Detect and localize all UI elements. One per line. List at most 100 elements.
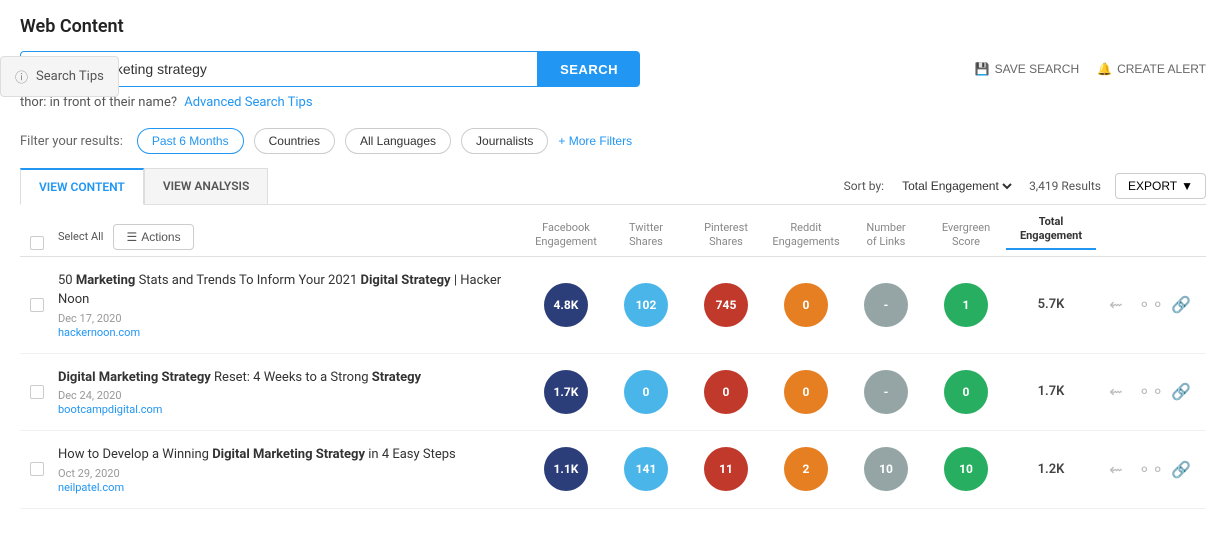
col-links: Number of Links [846, 221, 926, 250]
row-3-twitter: 141 [606, 447, 686, 491]
row-1-twitter: 102 [606, 283, 686, 327]
row-2-twitter-badge: 0 [624, 370, 668, 414]
row-1-reddit-badge: 0 [784, 283, 828, 327]
row-1-title: 50 Marketing Stats and Trends To Inform … [58, 271, 526, 310]
row-1-facebook-badge: 4.8K [544, 283, 588, 327]
row-3-facebook-badge: 1.1K [544, 447, 588, 491]
alert-icon: 🔔 [1097, 62, 1112, 76]
row-1-links: - [846, 283, 926, 327]
row-2-total: 1.7K [1006, 384, 1096, 399]
row-3-pinterest: 11 [686, 447, 766, 491]
tabs-sort-row: VIEW CONTENT VIEW ANALYSIS Sort by: Tota… [20, 168, 1206, 205]
row-3-evergreen-badge: 10 [944, 447, 988, 491]
row-2-article: Digital Marketing Strategy Reset: 4 Week… [58, 368, 526, 417]
table-row: Digital Marketing Strategy Reset: 4 Week… [20, 354, 1206, 432]
filter-journalists[interactable]: Journalists [461, 128, 548, 154]
filter-countries[interactable]: Countries [254, 128, 335, 154]
advanced-search-tips-link[interactable]: Advanced Search Tips [184, 95, 312, 110]
row-3-link-icon[interactable]: 🔗 [1166, 460, 1196, 479]
row-3-date: Oct 29, 2020 [58, 467, 526, 480]
select-all-label: Select All [58, 230, 103, 243]
row-3-domain[interactable]: neilpatel.com [58, 481, 526, 494]
row-3-links: 10 [846, 447, 926, 491]
row-1-link-icon[interactable]: 🔗 [1166, 295, 1196, 314]
create-alert-button[interactable]: 🔔 CREATE ALERT [1097, 62, 1206, 76]
col-twitter: Twitter Shares [606, 221, 686, 250]
filter-all-languages[interactable]: All Languages [345, 128, 451, 154]
row-2-authors-icon[interactable]: ⚬⚬ [1136, 382, 1166, 401]
sort-label: Sort by: [844, 179, 885, 193]
row-1-date: Dec 17, 2020 [58, 312, 526, 325]
col-reddit: Reddit Engagements [766, 221, 846, 250]
search-button[interactable]: SEARCH [538, 51, 640, 87]
row-2-pinterest-badge: 0 [704, 370, 748, 414]
search-input[interactable] [51, 52, 525, 86]
row-2-date: Dec 24, 2020 [58, 389, 526, 402]
search-tips-label: Search Tips [36, 69, 104, 84]
col-total-engagement: Total Engagement [1006, 215, 1096, 250]
page-title: Web Content [20, 16, 1206, 37]
export-button[interactable]: EXPORT ▼ [1115, 173, 1206, 199]
row-3-total: 1.2K [1006, 462, 1096, 477]
save-search-button[interactable]: 💾 SAVE SEARCH [975, 62, 1079, 76]
table-header: Select All ☰ Actions Facebook Engagement… [20, 205, 1206, 257]
col-pinterest: Pinterest Shares [686, 221, 766, 250]
row-3-pinterest-badge: 11 [704, 447, 748, 491]
row-1-facebook: 4.8K [526, 283, 606, 327]
save-icon: 💾 [975, 62, 990, 76]
results-count: 3,419 Results [1029, 179, 1101, 193]
filter-bar: Filter your results: Past 6 Months Count… [20, 128, 1206, 154]
row-2-links-badge: - [864, 370, 908, 414]
row-1-domain[interactable]: hackernoon.com [58, 326, 526, 339]
row-2-links: - [846, 370, 926, 414]
table-row: How to Develop a Winning Digital Marketi… [20, 431, 1206, 509]
row-1-share-icon[interactable]: ⇜ [1096, 295, 1136, 314]
search-tip-note: thor: in front of their name? Advanced S… [20, 95, 313, 110]
row-3-authors-icon[interactable]: ⚬⚬ [1136, 460, 1166, 479]
row-2-reddit-badge: 0 [784, 370, 828, 414]
tab-view-content[interactable]: VIEW CONTENT [20, 168, 144, 205]
filter-past-6-months[interactable]: Past 6 Months [137, 128, 244, 154]
chevron-down-icon: ▼ [1181, 179, 1193, 193]
sort-row: Sort by: Total Engagement 3,419 Results … [844, 173, 1206, 199]
row-2-reddit: 0 [766, 370, 846, 414]
row-2-facebook: 1.7K [526, 370, 606, 414]
col-facebook: Facebook Engagement [526, 221, 606, 250]
row-2-link-icon[interactable]: 🔗 [1166, 382, 1196, 401]
help-icon: ⓘ [15, 67, 28, 86]
row-2-share-icon[interactable]: ⇜ [1096, 382, 1136, 401]
row-1-reddit: 0 [766, 283, 846, 327]
row-1-twitter-badge: 102 [624, 283, 668, 327]
select-all-wrap [30, 236, 58, 250]
row-1-links-badge: - [864, 283, 908, 327]
row-2-twitter: 0 [606, 370, 686, 414]
row-1-pinterest: 745 [686, 283, 766, 327]
row-3-facebook: 1.1K [526, 447, 606, 491]
row-2-evergreen: 0 [926, 370, 1006, 414]
row-1-checkbox[interactable] [30, 298, 44, 312]
row-3-reddit-badge: 2 [784, 447, 828, 491]
col-evergreen: Evergreen Score [926, 221, 1006, 250]
sort-select[interactable]: Total Engagement [898, 178, 1015, 194]
actions-button[interactable]: ☰ Actions [113, 224, 193, 250]
row-3-evergreen: 10 [926, 447, 1006, 491]
row-2-checkbox[interactable] [30, 385, 44, 399]
row-3-checkbox[interactable] [30, 462, 44, 476]
row-1-article: 50 Marketing Stats and Trends To Inform … [58, 271, 526, 339]
row-1-total: 5.7K [1006, 297, 1096, 312]
row-2-evergreen-badge: 0 [944, 370, 988, 414]
tab-view-analysis[interactable]: VIEW ANALYSIS [144, 168, 269, 204]
row-3-reddit: 2 [766, 447, 846, 491]
row-3-twitter-badge: 141 [624, 447, 668, 491]
row-1-pinterest-badge: 745 [704, 283, 748, 327]
select-all-checkbox[interactable] [30, 236, 44, 250]
row-3-title: How to Develop a Winning Digital Marketi… [58, 445, 526, 465]
row-3-article: How to Develop a Winning Digital Marketi… [58, 445, 526, 494]
more-filters-button[interactable]: + More Filters [558, 134, 632, 148]
row-1-authors-icon[interactable]: ⚬⚬ [1136, 295, 1166, 314]
row-2-facebook-badge: 1.7K [544, 370, 588, 414]
row-3-links-badge: 10 [864, 447, 908, 491]
row-2-domain[interactable]: bootcampdigital.com [58, 403, 526, 416]
search-tips-dropdown[interactable]: ⓘ Search Tips [0, 56, 119, 97]
row-3-share-icon[interactable]: ⇜ [1096, 460, 1136, 479]
